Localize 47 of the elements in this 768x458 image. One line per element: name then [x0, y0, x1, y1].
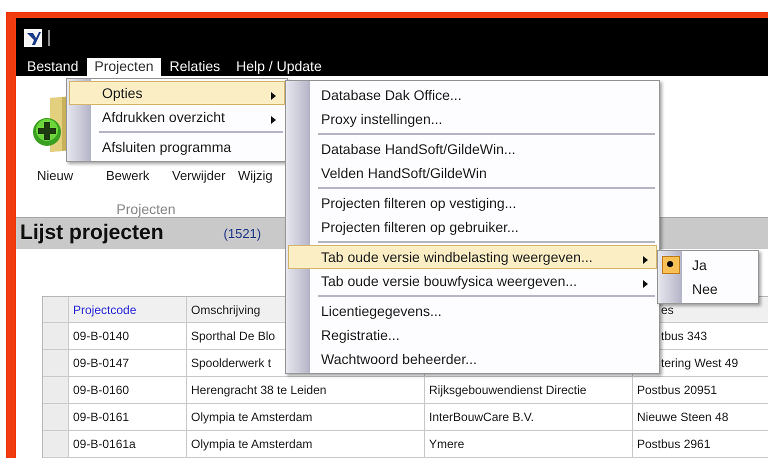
menu-bar-item[interactable]: Projecten	[87, 58, 161, 76]
menu-item[interactable]: Tab oude versie windbelasting weergeven...	[288, 245, 657, 269]
table-cell: 09-B-0161a	[69, 431, 187, 458]
menu-item[interactable]: Database Dak Office...	[288, 83, 657, 107]
menu-item[interactable]: Opties	[69, 81, 285, 105]
menu-item[interactable]: Afdrukken overzicht	[69, 105, 285, 129]
ribbon-button[interactable]: Nieuw	[37, 168, 74, 183]
app-logo-icon	[24, 28, 42, 47]
menu-bar-item[interactable]: Bestand	[20, 58, 86, 76]
table-cell: 09-B-0161	[69, 404, 187, 431]
table-cell: Postbus 2961	[633, 431, 768, 458]
row-selector[interactable]	[43, 431, 69, 458]
menu-item[interactable]: Projecten filteren op gebruiker...	[288, 215, 657, 239]
table-cell: Rijksgebouwendienst Directie	[425, 377, 633, 404]
table-cell: Herengracht 38 te Leiden	[187, 377, 425, 404]
ribbon-group-label: Projecten	[115, 200, 177, 217]
radio-menu-item[interactable]: Ja	[660, 253, 756, 277]
menu-item[interactable]: Proxy instellingen...	[288, 107, 657, 131]
radio-menu-item[interactable]: Nee	[660, 277, 756, 301]
table-cell: 09-B-0160	[69, 377, 187, 404]
menu-item[interactable]: Database HandSoft/GildeWin...	[288, 137, 657, 161]
row-selector[interactable]	[43, 377, 69, 404]
ribbon-button[interactable]: Verwijder	[172, 168, 226, 183]
row-selector[interactable]	[43, 404, 69, 431]
menu-item[interactable]: Tab oude versie bouwfysica weergeven...	[288, 269, 657, 293]
ribbon-button[interactable]: Bewerk	[106, 168, 150, 183]
menu-item[interactable]: Afsluiten programma	[69, 135, 285, 159]
table-cell: InterBouwCare B.V.	[425, 404, 633, 431]
list-title: Lijst projecten	[20, 221, 164, 246]
table-cell: Postbus 20951	[633, 377, 768, 404]
row-selector[interactable]	[43, 297, 69, 323]
menu-item[interactable]: Projecten filteren op vestiging...	[288, 191, 657, 215]
menu-item[interactable]: Licentiegegevens...	[288, 299, 657, 323]
menu-item[interactable]: Velden HandSoft/GildeWin	[288, 161, 657, 185]
column-header[interactable]: Projectcode	[69, 297, 187, 323]
table-cell: Olympia te Amsterdam	[187, 431, 425, 458]
row-selector[interactable]	[43, 350, 69, 377]
record-count: (1521)	[224, 226, 262, 241]
row-selector[interactable]	[43, 323, 69, 350]
table-cell: Ymere	[425, 431, 633, 458]
table-cell: Olympia te Amsterdam	[187, 404, 425, 431]
ribbon-button[interactable]: Wijzig	[238, 168, 273, 183]
menu-bar-item[interactable]: Relaties	[162, 58, 228, 76]
menu-bar-item[interactable]: Help / Update	[229, 58, 329, 76]
table-cell: 09-B-0140	[69, 323, 187, 350]
table-cell: Nieuwe Steen 48	[633, 404, 768, 431]
table-cell: 09-B-0147	[69, 350, 187, 377]
